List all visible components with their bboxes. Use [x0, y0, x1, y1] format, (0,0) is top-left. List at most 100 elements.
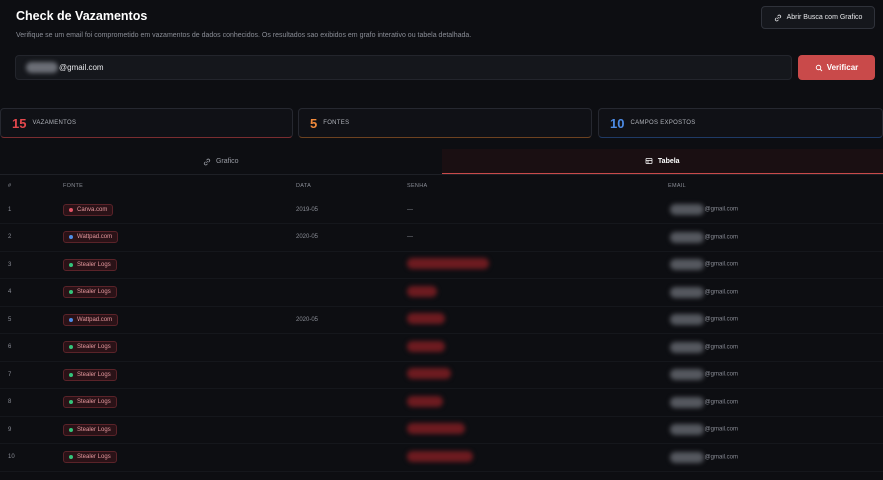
- row-password-cell: [407, 361, 557, 389]
- source-label: Stealer Logs: [77, 289, 111, 296]
- stat-exposed-fields-value: 10: [610, 115, 625, 131]
- table-row[interactable]: 8 Stealer Logs @gmail.com: [0, 388, 883, 417]
- open-graph-search-label: Abrir Busca com Grafico: [786, 14, 863, 21]
- row-email-cell: @gmail.com: [557, 361, 883, 389]
- source-dot-icon: [69, 235, 73, 240]
- stat-sources-label: FONTES: [323, 120, 350, 126]
- table-row[interactable]: 10 Stealer Logs @gmail.com: [0, 443, 883, 472]
- stat-exposed-fields-label: CAMPOS EXPOSTOS: [630, 120, 696, 126]
- tab-graph[interactable]: Grafico: [0, 149, 442, 174]
- email-redacted-blur: [669, 341, 704, 353]
- row-number: 7: [0, 361, 63, 389]
- source-badge: Canva.com: [63, 203, 114, 216]
- row-date: [296, 443, 407, 472]
- row-date: [296, 416, 407, 444]
- email-search-field[interactable]: [15, 55, 792, 80]
- row-email-cell: @gmail.com: [557, 196, 883, 224]
- row-source-cell: Stealer Logs: [63, 388, 296, 417]
- verify-button[interactable]: Verificar: [798, 55, 875, 80]
- row-number: 6: [0, 333, 63, 362]
- tab-graph-label: Grafico: [215, 158, 239, 165]
- email-redacted-blur: [669, 424, 704, 436]
- header: Check de Vazamentos: [16, 9, 147, 23]
- col-password: SENHA: [407, 183, 428, 189]
- row-email-cell: @gmail.com: [557, 416, 883, 444]
- link-icon: [203, 158, 211, 165]
- email-input[interactable]: [59, 63, 659, 72]
- source-dot-icon: [69, 207, 73, 212]
- row-password-cell: [407, 306, 557, 334]
- row-number: 5: [0, 306, 63, 334]
- table-row[interactable]: 4 Stealer Logs @gmail.com: [0, 278, 883, 307]
- password-redacted-blur: [407, 395, 443, 407]
- row-source-cell: Stealer Logs: [63, 361, 296, 389]
- row-password-cell: [407, 388, 557, 417]
- table-row[interactable]: 7 Stealer Logs @gmail.com: [0, 361, 883, 389]
- source-dot-icon: [69, 427, 73, 432]
- row-source-cell: Stealer Logs: [63, 443, 296, 472]
- source-dot-icon: [69, 455, 73, 460]
- email-redacted-blur: [669, 314, 704, 326]
- row-email: @gmail.com: [704, 206, 738, 213]
- table-row[interactable]: 6 Stealer Logs @gmail.com: [0, 333, 883, 362]
- row-source-cell: Wattpad.com: [63, 306, 296, 334]
- stat-sources-value: 5: [310, 115, 318, 131]
- table-row[interactable]: 9 Stealer Logs @gmail.com: [0, 416, 883, 444]
- view-tabs: Grafico Tabela: [0, 149, 883, 175]
- row-number: 3: [0, 251, 63, 279]
- source-badge: Stealer Logs: [63, 396, 117, 409]
- email-redacted-blur: [669, 259, 704, 271]
- source-dot-icon: [69, 345, 73, 350]
- row-email-cell: @gmail.com: [557, 443, 883, 472]
- table-row[interactable]: 5 Wattpad.com 2020-05 @gmail.com: [0, 306, 883, 334]
- search-icon: [815, 64, 823, 71]
- password-redacted-blur: [407, 450, 473, 462]
- email-redacted-blur: [669, 286, 704, 298]
- table-row[interactable]: 1 Canva.com 2019-05— @gmail.com: [0, 196, 883, 224]
- row-password-cell: —: [407, 196, 557, 224]
- source-badge: Wattpad.com: [63, 231, 119, 244]
- row-date: [296, 278, 407, 307]
- row-password-cell: [407, 416, 557, 444]
- row-password-cell: [407, 251, 557, 279]
- stat-leaks-value: 15: [12, 115, 27, 131]
- col-email: EMAIL: [668, 183, 687, 189]
- source-label: Stealer Logs: [77, 426, 111, 433]
- source-label: Canva.com: [77, 206, 108, 213]
- password-redacted-blur: [407, 313, 445, 325]
- row-source-cell: Canva.com: [63, 196, 296, 224]
- row-source-cell: Wattpad.com: [63, 223, 296, 252]
- password-redacted-blur: [407, 258, 489, 270]
- row-number: 4: [0, 278, 63, 307]
- row-date: 2019-05: [296, 196, 407, 224]
- table-icon: [645, 158, 653, 164]
- source-label: Wattpad.com: [77, 316, 113, 323]
- row-date: [296, 388, 407, 417]
- stat-leaks: 15 VAZAMENTOS: [0, 108, 293, 138]
- stat-leaks-label: VAZAMENTOS: [32, 120, 77, 126]
- row-email: @gmail.com: [704, 316, 738, 323]
- row-email: @gmail.com: [704, 344, 738, 351]
- row-date: [296, 361, 407, 389]
- table-row[interactable]: 3 Stealer Logs @gmail.com: [0, 251, 883, 279]
- row-number: 1: [0, 196, 63, 224]
- source-dot-icon: [69, 290, 73, 295]
- open-graph-search-button[interactable]: Abrir Busca com Grafico: [761, 6, 875, 29]
- row-email-cell: @gmail.com: [557, 278, 883, 307]
- email-redacted-blur: [669, 451, 704, 463]
- source-badge: Stealer Logs: [63, 451, 117, 464]
- row-password: —: [407, 206, 413, 213]
- tab-table[interactable]: Tabela: [441, 149, 883, 174]
- source-badge: Stealer Logs: [63, 286, 117, 299]
- row-email: @gmail.com: [704, 426, 738, 433]
- col-source: FONTE: [63, 183, 84, 189]
- row-email-cell: @gmail.com: [557, 306, 883, 334]
- source-dot-icon: [69, 372, 73, 377]
- source-dot-icon: [69, 262, 73, 267]
- table-row[interactable]: 2 Wattpad.com 2020-05— @gmail.com: [0, 223, 883, 252]
- row-email: @gmail.com: [704, 371, 738, 378]
- email-redacted-blur: [669, 204, 704, 215]
- verify-label: Verificar: [826, 63, 859, 72]
- source-label: Stealer Logs: [77, 371, 111, 378]
- row-email-cell: @gmail.com: [557, 333, 883, 362]
